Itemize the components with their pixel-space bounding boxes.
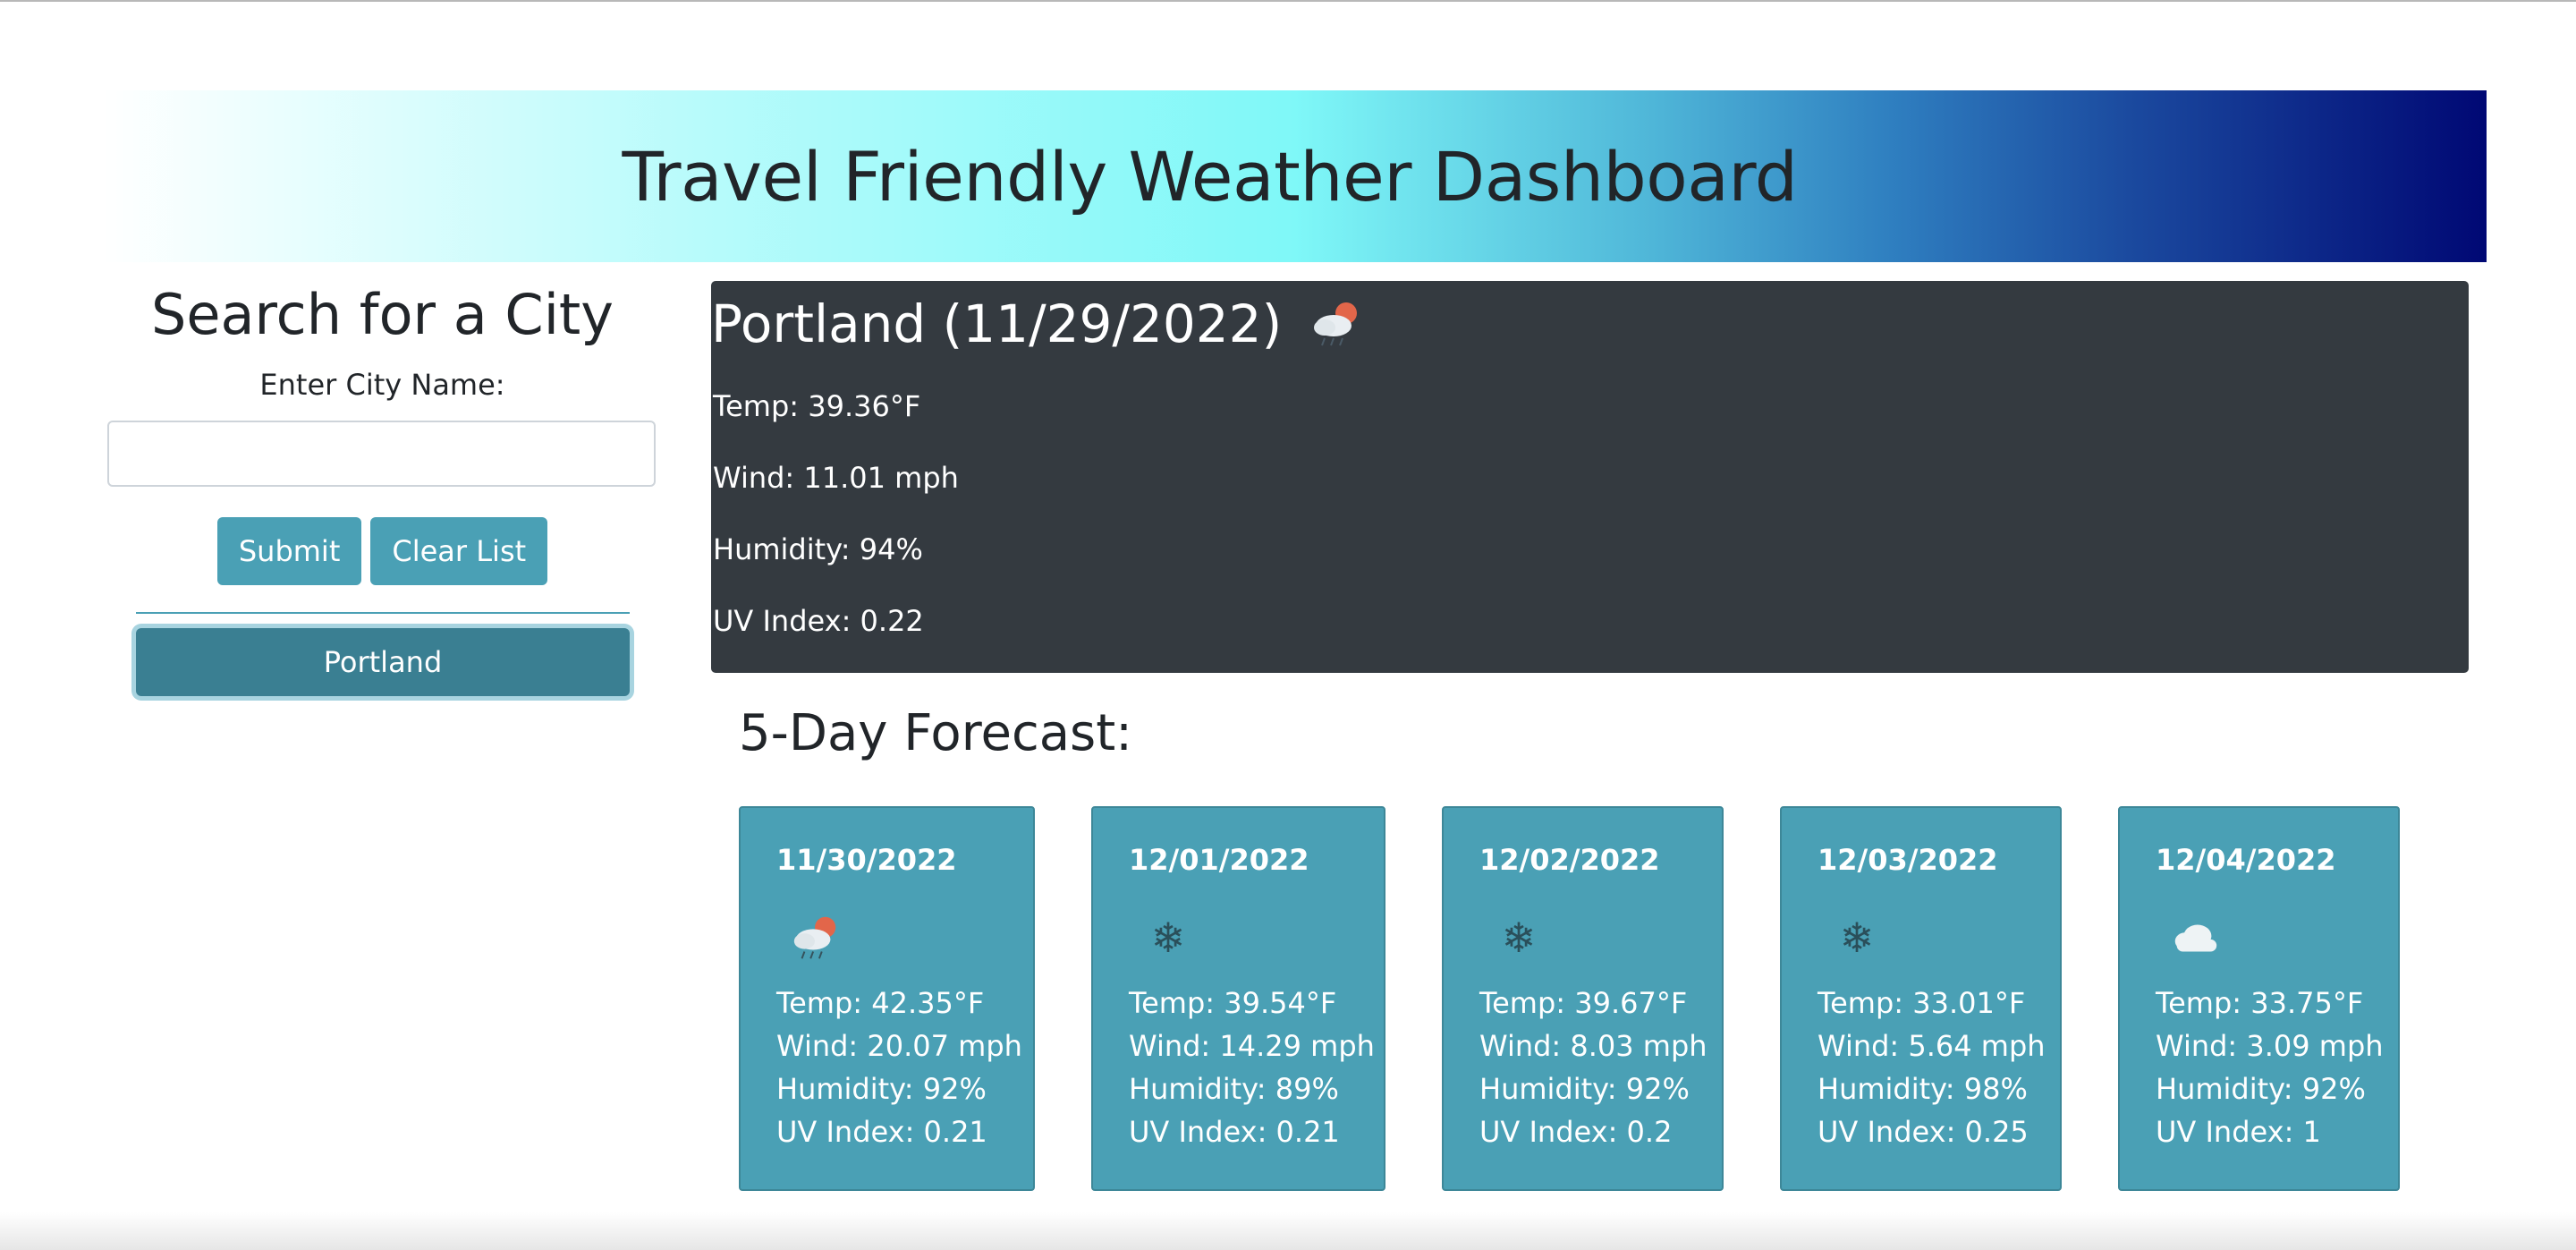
forecast-humidity: Humidity: 92% — [1479, 1072, 1690, 1106]
forecast-uv-index: UV Index: 0.2 — [1479, 1115, 1673, 1149]
forecast-date: 12/02/2022 — [1479, 843, 1660, 877]
window-top-border — [0, 0, 2576, 2]
forecast-card-1: 11/30/2022 Temp: 42.35°F Wind: 20.07 mph… — [739, 806, 1035, 1191]
snowflake-icon: ❄ — [1501, 914, 1537, 962]
history-divider — [136, 612, 630, 614]
forecast-humidity: Humidity: 98% — [1818, 1072, 2028, 1106]
search-title: Search for a City — [151, 282, 614, 347]
rain-sun-cloud-icon — [1314, 302, 1358, 346]
cloud-icon — [2174, 924, 2217, 952]
forecast-temp: Temp: 39.54°F — [1129, 986, 1337, 1020]
forecast-date: 12/01/2022 — [1129, 843, 1309, 877]
forecast-uv-index: UV Index: 0.25 — [1818, 1115, 2029, 1149]
submit-button[interactable]: Submit — [216, 517, 362, 585]
forecast-humidity: Humidity: 92% — [776, 1072, 987, 1106]
forecast-wind: Wind: 20.07 mph — [776, 1029, 1022, 1063]
current-city-date: Portland (11/29/2022) — [711, 293, 1283, 354]
window-bottom-shadow — [0, 1212, 2576, 1250]
forecast-date: 12/04/2022 — [2156, 843, 2336, 877]
current-temp: Temp: 39.36°F — [713, 389, 921, 423]
forecast-wind: Wind: 8.03 mph — [1479, 1029, 1707, 1063]
current-weather-heading: Portland (11/29/2022) — [711, 288, 1364, 360]
forecast-card-5: 12/04/2022 Temp: 33.75°F Wind: 3.09 mph … — [2118, 806, 2400, 1191]
clear-list-button[interactable]: Clear List — [370, 517, 548, 585]
forecast-temp: Temp: 33.75°F — [2156, 986, 2364, 1020]
forecast-temp: Temp: 39.67°F — [1479, 986, 1688, 1020]
snowflake-icon: ❄ — [1150, 914, 1186, 962]
city-search-input[interactable] — [107, 421, 656, 487]
page-header: Travel Friendly Weather Dashboard — [103, 90, 2487, 262]
forecast-temp: Temp: 42.35°F — [776, 986, 985, 1020]
page-title: Travel Friendly Weather Dashboard — [622, 136, 1798, 217]
current-wind: Wind: 11.01 mph — [713, 461, 959, 495]
forecast-date: 11/30/2022 — [776, 843, 957, 877]
forecast-uv-index: UV Index: 0.21 — [1129, 1115, 1340, 1149]
forecast-humidity: Humidity: 89% — [1129, 1072, 1339, 1106]
snowflake-icon: ❄ — [1839, 914, 1875, 962]
rain-sun-cloud-icon — [793, 916, 836, 959]
search-button-row: Submit Clear List — [98, 517, 666, 585]
history-item-portland[interactable]: Portland — [136, 628, 630, 696]
current-weather-panel: Portland (11/29/2022) Temp: 39.36°F Wind… — [711, 281, 2469, 673]
forecast-date: 12/03/2022 — [1818, 843, 1998, 877]
forecast-temp: Temp: 33.01°F — [1818, 986, 2026, 1020]
forecast-wind: Wind: 3.09 mph — [2156, 1029, 2384, 1063]
forecast-uv-index: UV Index: 1 — [2156, 1115, 2321, 1149]
forecast-wind: Wind: 5.64 mph — [1818, 1029, 2046, 1063]
forecast-card-4: 12/03/2022 ❄ Temp: 33.01°F Wind: 5.64 mp… — [1780, 806, 2062, 1191]
current-uv-index: UV Index: 0.22 — [713, 604, 924, 638]
forecast-wind: Wind: 14.29 mph — [1129, 1029, 1375, 1063]
forecast-card-2: 12/01/2022 ❄ Temp: 39.54°F Wind: 14.29 m… — [1091, 806, 1385, 1191]
city-name-label: Enter City Name: — [259, 368, 505, 402]
forecast-humidity: Humidity: 92% — [2156, 1072, 2366, 1106]
forecast-uv-index: UV Index: 0.21 — [776, 1115, 987, 1149]
forecast-card-3: 12/02/2022 ❄ Temp: 39.67°F Wind: 8.03 mp… — [1442, 806, 1724, 1191]
current-humidity: Humidity: 94% — [713, 532, 923, 566]
forecast-title: 5-Day Forecast: — [739, 704, 1133, 762]
